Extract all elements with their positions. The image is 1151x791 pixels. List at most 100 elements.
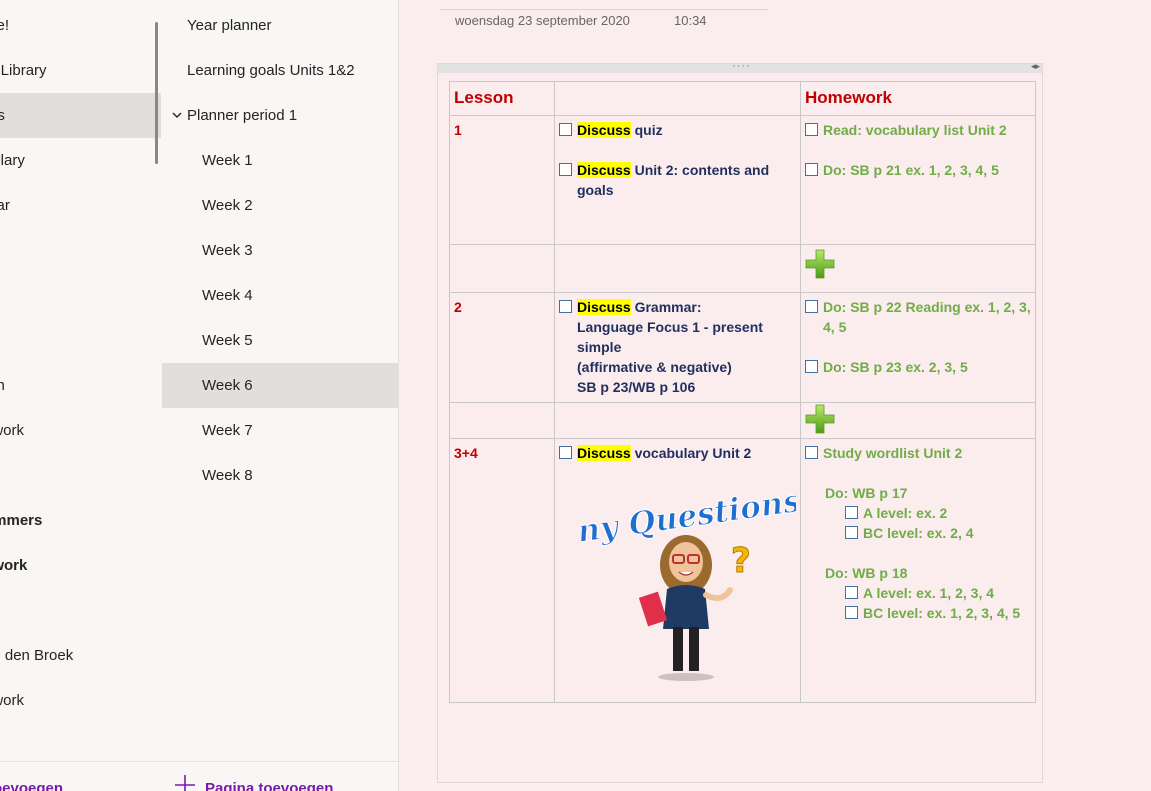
green-plus-icon[interactable] bbox=[805, 404, 835, 434]
page-item-label: Week 3 bbox=[202, 242, 253, 259]
section-item[interactable]: s bbox=[0, 453, 161, 498]
page-item[interactable]: Week 4 bbox=[162, 273, 398, 318]
checkbox[interactable] bbox=[805, 163, 818, 176]
lesson-activities-cell[interactable]: Discuss quiz Discuss Unit 2: contents an… bbox=[554, 115, 801, 245]
lesson-number[interactable]: 3+4 bbox=[449, 438, 555, 703]
checkbox[interactable] bbox=[845, 586, 858, 599]
section-item[interactable]: ework bbox=[0, 408, 161, 453]
page-item[interactable]: Week 7 bbox=[162, 408, 398, 453]
section-item[interactable]: ummers bbox=[0, 498, 161, 543]
checkbox[interactable] bbox=[805, 123, 818, 136]
checkbox[interactable] bbox=[845, 526, 858, 539]
section-item[interactable]: ework bbox=[0, 543, 161, 588]
add-row-cell[interactable] bbox=[800, 244, 1036, 293]
checkbox[interactable] bbox=[559, 163, 572, 176]
lesson-activities-cell[interactable]: Discuss Grammar: Language Focus 1 - prese… bbox=[554, 292, 801, 403]
section-item[interactable]: bulary bbox=[0, 138, 161, 183]
section-item[interactable]: nt Library bbox=[0, 48, 161, 93]
todo-item[interactable]: BC level: ex. 2, 4 bbox=[805, 523, 1031, 543]
lesson-number[interactable]: 1 bbox=[449, 115, 555, 245]
checkbox[interactable] bbox=[559, 446, 572, 459]
section-item[interactable]: ten bbox=[0, 363, 161, 408]
checkbox[interactable] bbox=[845, 606, 858, 619]
todo-item[interactable]: Study wordlist Unit 2 bbox=[805, 443, 1031, 463]
todo-item[interactable]: Discuss quiz bbox=[559, 120, 796, 140]
section-item[interactable]: ers bbox=[0, 93, 161, 138]
green-plus-icon[interactable] bbox=[805, 249, 835, 279]
homework-text: A level: ex. 1, 2, 3, 4 bbox=[863, 585, 995, 601]
highlight-text: Discuss bbox=[577, 122, 631, 138]
checkbox[interactable] bbox=[559, 300, 572, 313]
todo-item[interactable]: Discuss Unit 2: contents and goals bbox=[559, 160, 796, 200]
checkbox[interactable] bbox=[845, 506, 858, 519]
checkbox[interactable] bbox=[805, 446, 818, 459]
header-lesson[interactable]: Lesson bbox=[449, 81, 555, 116]
bitmoji-any-questions-sticker[interactable]: Any Questions? ? bbox=[581, 477, 796, 687]
empty-cell[interactable] bbox=[554, 244, 801, 293]
page-item[interactable]: Year planner bbox=[162, 3, 398, 48]
homework-cell[interactable]: Read: vocabulary list Unit 2 Do: SB p 21… bbox=[800, 115, 1036, 245]
page-item[interactable]: Learning goals Units 1&2 bbox=[162, 48, 398, 93]
todo-text-rest: vocabulary Unit 2 bbox=[630, 445, 752, 461]
checkbox[interactable] bbox=[805, 300, 818, 313]
header-homework[interactable]: Homework bbox=[800, 81, 1036, 116]
page-item[interactable]: Week 1 bbox=[162, 138, 398, 183]
lesson-activities-cell[interactable]: Discuss vocabulary Unit 2 Any Questions?… bbox=[554, 438, 801, 703]
empty-cell[interactable] bbox=[449, 402, 555, 439]
planner-table: Lesson Homework 1 Discuss quiz Discuss U… bbox=[449, 81, 1036, 703]
section-item[interactable]: an den Broek bbox=[0, 633, 161, 678]
todo-item[interactable]: Do: SB p 22 Reading ex. 1, 2, 3, 4, 5 bbox=[805, 297, 1031, 337]
section-item[interactable]: s bbox=[0, 588, 161, 633]
table-row: 3+4 Discuss vocabulary Unit 2 Any Questi… bbox=[449, 438, 1036, 703]
todo-item[interactable]: A level: ex. 1, 2, 3, 4 bbox=[805, 583, 1031, 603]
todo-text-rest: quiz bbox=[630, 122, 663, 138]
outline-drag-bar[interactable]: ···· ◂▸ bbox=[438, 60, 1042, 73]
page-item[interactable]: Week 5 bbox=[162, 318, 398, 363]
todo-item[interactable]: Do: SB p 23 ex. 2, 3, 5 bbox=[805, 357, 1031, 377]
todo-item[interactable]: Discuss Grammar: Language Focus 1 - prese… bbox=[559, 297, 796, 397]
empty-cell[interactable] bbox=[554, 402, 801, 439]
section-item[interactable]: me! bbox=[0, 3, 161, 48]
add-section-footer: toevoegen bbox=[0, 761, 161, 791]
checkbox[interactable] bbox=[805, 360, 818, 373]
homework-cell[interactable]: Do: SB p 22 Reading ex. 1, 2, 3, 4, 5 Do… bbox=[800, 292, 1036, 403]
highlight-text: Discuss bbox=[577, 299, 631, 315]
todo-text-line: SB p 23/WB p 106 bbox=[577, 379, 696, 395]
add-section-button[interactable]: toevoegen bbox=[0, 780, 63, 791]
plus-icon[interactable] bbox=[174, 774, 196, 791]
lesson-number[interactable]: 2 bbox=[449, 292, 555, 403]
page-item[interactable]: Week 3 bbox=[162, 228, 398, 273]
add-row-cell[interactable] bbox=[800, 402, 1036, 439]
table-row bbox=[449, 402, 1036, 439]
section-item[interactable] bbox=[0, 318, 161, 363]
section-item[interactable]: ework bbox=[0, 678, 161, 723]
todo-text-rest: Grammar: bbox=[630, 299, 702, 315]
note-time: 10:34 bbox=[674, 13, 707, 28]
todo-item[interactable]: Do: SB p 21 ex. 1, 2, 3, 4, 5 bbox=[805, 160, 1031, 180]
chevron-down-icon[interactable] bbox=[171, 109, 183, 121]
empty-cell[interactable] bbox=[449, 244, 555, 293]
todo-item[interactable]: A level: ex. 2 bbox=[805, 503, 1031, 523]
section-item[interactable]: mar bbox=[0, 183, 161, 228]
section-scrollbar[interactable] bbox=[155, 22, 158, 164]
page-item-label: Week 4 bbox=[202, 287, 253, 304]
page-list-pane: Year planner Learning goals Units 1&2 Plan… bbox=[162, 0, 399, 791]
header-activity[interactable] bbox=[554, 81, 801, 116]
drag-grip-icon[interactable]: ···· bbox=[732, 60, 751, 72]
todo-item[interactable]: Read: vocabulary list Unit 2 bbox=[805, 120, 1031, 140]
page-item[interactable]: Week 2 bbox=[162, 183, 398, 228]
add-page-button[interactable]: Pagina toevoegen bbox=[205, 780, 333, 791]
todo-item[interactable]: Discuss vocabulary Unit 2 bbox=[559, 443, 796, 463]
page-item[interactable]: Planner period 1 bbox=[162, 93, 398, 138]
homework-cell[interactable]: Study wordlist Unit 2 Do: WB p 17 A leve… bbox=[800, 438, 1036, 703]
section-item[interactable]: o bbox=[0, 273, 161, 318]
homework-text: BC level: ex. 1, 2, 3, 4, 5 bbox=[863, 605, 1021, 621]
checkbox[interactable] bbox=[559, 123, 572, 136]
page-item[interactable]: Week 8 bbox=[162, 453, 398, 498]
todo-item[interactable]: BC level: ex. 1, 2, 3, 4, 5 bbox=[805, 603, 1031, 623]
section-item[interactable]: o bbox=[0, 228, 161, 273]
homework-text: Do: SB p 22 Reading ex. 1, 2, 3, 4, 5 bbox=[823, 299, 1031, 335]
page-item[interactable]: Week 6 bbox=[162, 363, 398, 408]
resize-arrows-icon[interactable]: ◂▸ bbox=[1031, 61, 1040, 72]
homework-text: Read: vocabulary list Unit 2 bbox=[823, 122, 1007, 138]
